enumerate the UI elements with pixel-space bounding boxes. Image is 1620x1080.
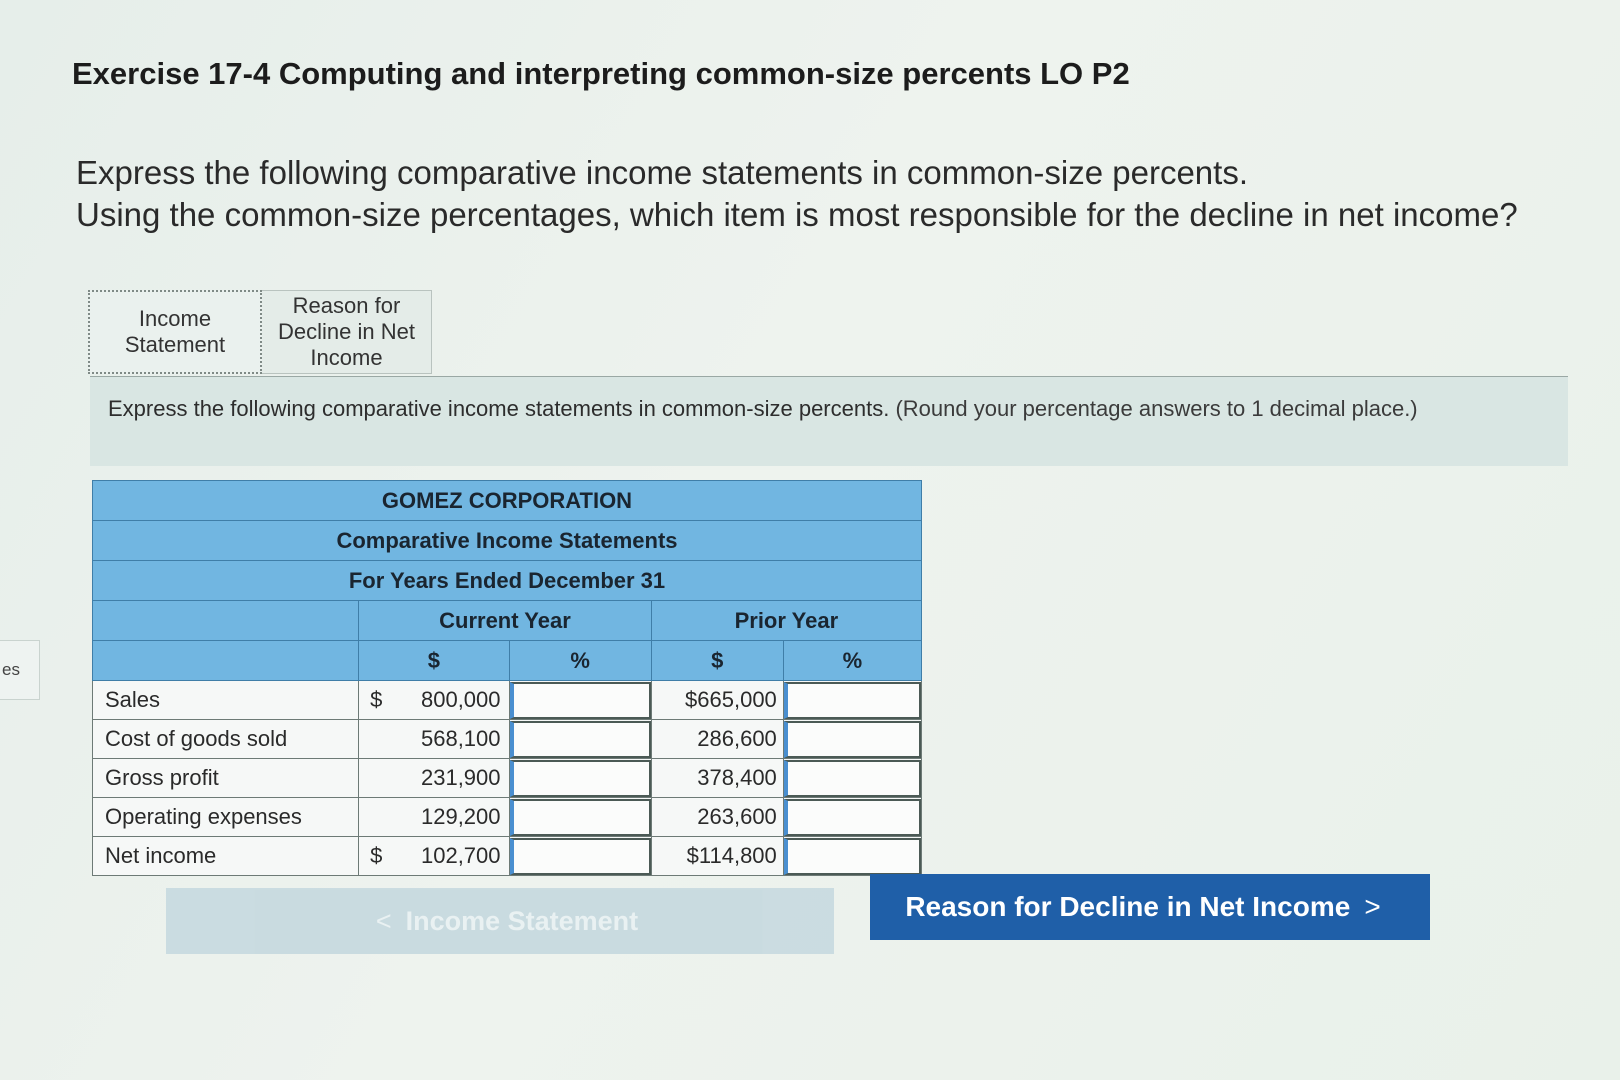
tab-reason-for-decline[interactable]: Reason for Decline in Net Income [262,290,432,374]
current-pct-input[interactable] [509,798,651,836]
side-panel-tab-label: es [2,660,20,679]
header-blank [91,600,360,641]
col-prior-year: Prior Year [650,600,923,641]
prior-pct-cell [782,758,923,798]
current-amount: 231,900 [358,758,510,798]
prior-pct-input[interactable] [783,837,921,875]
tab-bar: Income Statement Reason for Decline in N… [88,290,432,374]
statement-period: For Years Ended December 31 [92,560,922,601]
col-current-year: Current Year [358,600,652,641]
prior-amount: 378,400 [650,758,784,798]
prior-pct-input[interactable] [783,720,921,758]
current-pct-cell [508,719,652,759]
prev-button-label: Income Statement [405,905,639,936]
next-button-label: Reason for Decline in Net Income [905,891,1351,922]
chevron-right-icon: > [1364,891,1381,922]
instructions-box: Express the following comparative income… [90,376,1568,466]
row-label: Operating expenses [91,797,360,837]
prior-value: 114,800 [698,843,777,868]
current-value: 568,100 [420,726,501,751]
dollar-sign: $ [370,843,383,868]
prior-amount: 286,600 [650,719,784,759]
tab-income-statement-line2: Statement [124,332,226,357]
current-pct-input[interactable] [509,759,651,797]
current-amount: 129,200 [358,797,510,837]
current-pct-input[interactable] [509,720,651,758]
tab-income-statement-line1: Income [138,306,212,331]
table-row: Operating expenses 129,200 263,600 [91,797,923,837]
rounding-note: (Round your percentage answers to 1 deci… [895,396,1418,421]
current-amount: $102,700 [358,836,510,876]
col-current-pct: % [508,640,652,681]
tab-reason-line2: Decline in Net [278,319,415,344]
prompt-line-1: Express the following comparative income… [76,154,1248,191]
dollar-sign: $ [685,687,698,712]
current-pct-cell [508,680,652,720]
prior-value: 286,600 [697,726,777,751]
instructions-text: Express the following comparative income… [108,396,890,421]
prior-value: 263,600 [697,804,777,829]
current-value: 231,900 [420,765,501,790]
dollar-sign: $ [686,843,699,868]
row-label: Net income [91,836,360,876]
chevron-left-icon: < [375,905,392,936]
next-reason-button[interactable]: Reason for Decline in Net Income > [870,874,1430,940]
col-current-dollar: $ [358,640,510,681]
tab-income-statement[interactable]: Income Statement [88,290,262,374]
current-pct-input[interactable] [509,681,651,719]
current-value: 102,700 [420,843,501,868]
prior-value: 378,400 [697,765,777,790]
current-value: 129,200 [420,804,501,829]
prior-value: 665,000 [697,687,777,712]
current-pct-input[interactable] [509,837,651,875]
row-label: Cost of goods sold [91,719,360,759]
table-row: Cost of goods sold 568,100 286,600 [91,719,923,759]
header-blank-2 [91,640,360,681]
row-label: Sales [91,680,360,720]
prior-pct-input[interactable] [783,681,921,719]
col-prior-pct: % [782,640,923,681]
prior-pct-input[interactable] [783,759,921,797]
tab-reason-line3: Income [310,345,383,370]
table-row: Net income $102,700 $114,800 [91,836,923,876]
table-row: Sales $800,000 $665,000 [91,680,923,720]
exercise-title: Exercise 17-4 Computing and interpreting… [72,56,1130,91]
current-pct-cell [508,758,652,798]
row-label: Gross profit [91,758,360,798]
prior-pct-cell [782,836,923,876]
tab-reason-line1: Reason for [292,293,401,318]
statement-title: Comparative Income Statements [92,520,922,561]
current-pct-cell [508,797,652,837]
table-row: Gross profit 231,900 378,400 [91,758,923,798]
col-prior-dollar: $ [650,640,784,681]
dollar-sign: $ [370,687,383,712]
prior-pct-cell [782,680,923,720]
prior-amount: 263,600 [650,797,784,837]
current-amount: $800,000 [358,680,510,720]
prev-income-statement-button[interactable]: < Income Statement [166,888,834,954]
current-amount: 568,100 [358,719,510,759]
prior-pct-input[interactable] [783,798,921,836]
current-pct-cell [508,836,652,876]
prior-amount: $114,800 [650,836,784,876]
current-value: 800,000 [420,687,501,712]
side-panel-tab[interactable]: es [0,640,40,700]
prior-pct-cell [782,719,923,759]
prior-pct-cell [782,797,923,837]
prompt-line-2: Using the common-size percentages, which… [76,196,1518,233]
question-prompt: Express the following comparative income… [76,152,1518,236]
company-name: GOMEZ CORPORATION [92,480,922,521]
income-statement-table: GOMEZ CORPORATION Comparative Income Sta… [91,480,923,876]
prior-amount: $665,000 [650,680,784,720]
